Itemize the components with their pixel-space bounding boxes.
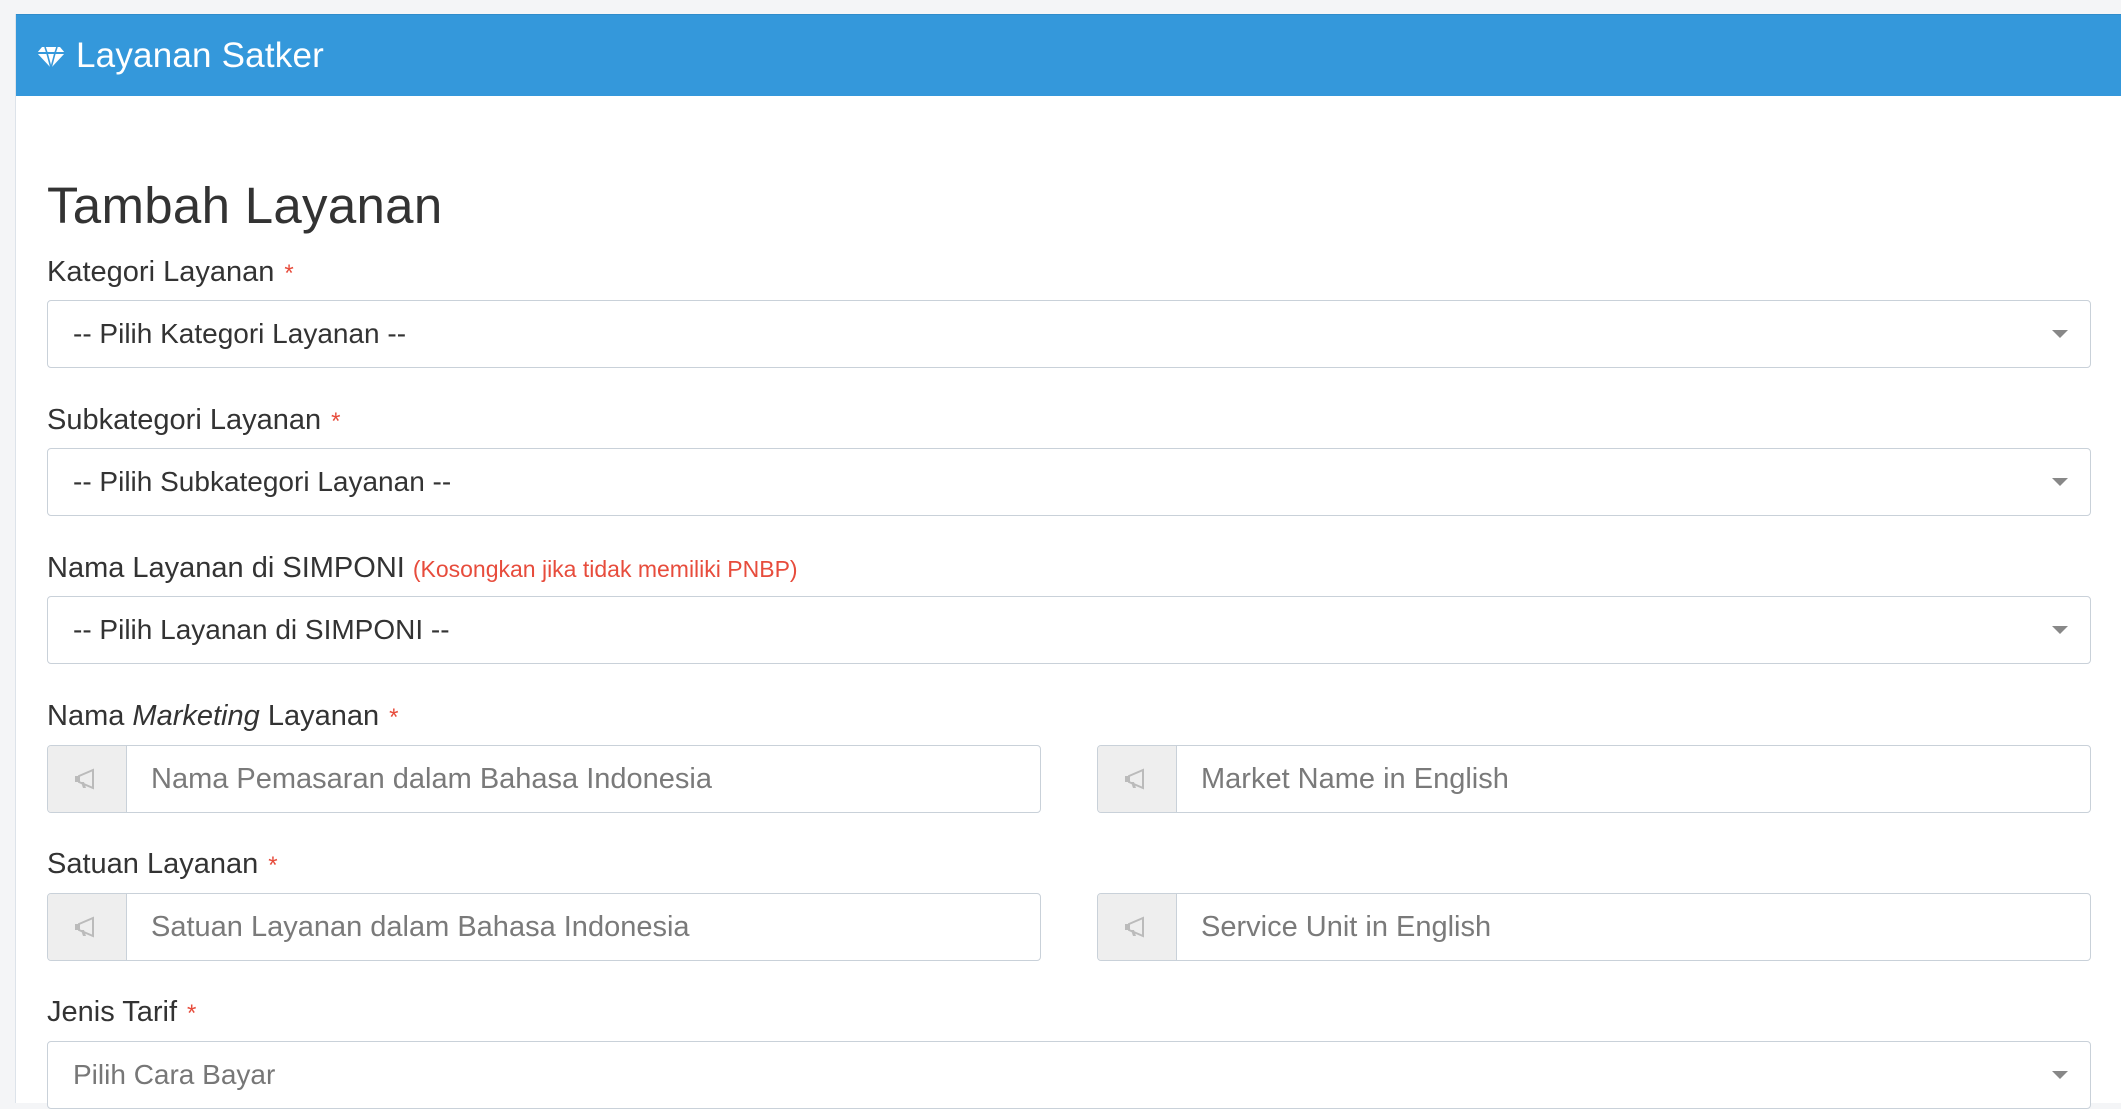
- marketing-name-en-group: [1097, 745, 2091, 813]
- subkategori-layanan-label: Subkategori Layanan *: [47, 404, 340, 437]
- satuan-id-input[interactable]: [127, 894, 1040, 960]
- caret-down-icon: [2052, 478, 2068, 486]
- satuan-en-input[interactable]: [1177, 894, 2090, 960]
- kategori-layanan-selected: -- Pilih Kategori Layanan --: [73, 318, 407, 349]
- page-title: Tambah Layanan: [47, 177, 443, 234]
- simponi-select[interactable]: -- Pilih Layanan di SIMPONI --: [47, 596, 2091, 664]
- marketing-label-italic: Marketing: [132, 700, 260, 732]
- required-mark: *: [268, 852, 278, 879]
- nama-marketing-label: Nama Marketing Layanan *: [47, 700, 398, 733]
- jenis-tarif-label-text: Jenis Tarif: [47, 996, 178, 1028]
- panel-title: Layanan Satker: [76, 35, 324, 75]
- satuan-layanan-label: Satuan Layanan *: [47, 848, 278, 881]
- satuan-id-group: [47, 893, 1041, 961]
- bullhorn-icon: [1098, 746, 1177, 812]
- simponi-label-text: Nama Layanan di SIMPONI: [47, 552, 405, 584]
- marketing-name-en-input[interactable]: [1177, 746, 2090, 812]
- caret-down-icon: [2052, 330, 2068, 338]
- subkategori-layanan-label-text: Subkategori Layanan: [47, 404, 322, 436]
- required-mark: *: [187, 1000, 197, 1027]
- jenis-tarif-selected: Pilih Cara Bayar: [73, 1059, 276, 1090]
- satuan-layanan-label-text: Satuan Layanan: [47, 848, 259, 880]
- simponi-label: Nama Layanan di SIMPONI (Kosongkan jika t…: [47, 552, 798, 585]
- bullhorn-icon: [48, 894, 127, 960]
- marketing-name-id-input[interactable]: [127, 746, 1040, 812]
- jenis-tarif-select[interactable]: Pilih Cara Bayar: [47, 1041, 2091, 1109]
- marketing-label-prefix: Nama: [47, 700, 125, 732]
- jenis-tarif-label: Jenis Tarif *: [47, 996, 196, 1029]
- marketing-name-id-group: [47, 745, 1041, 813]
- bullhorn-icon: [1098, 894, 1177, 960]
- kategori-layanan-select[interactable]: -- Pilih Kategori Layanan --: [47, 300, 2091, 368]
- layanan-satker-panel: Layanan Satker Tambah Layanan Kategori L…: [15, 14, 2121, 1109]
- subkategori-layanan-select[interactable]: -- Pilih Subkategori Layanan --: [47, 448, 2091, 516]
- diamond-icon: [36, 41, 66, 71]
- caret-down-icon: [2052, 626, 2068, 634]
- marketing-label-suffix: Layanan: [267, 700, 380, 732]
- kategori-layanan-label-text: Kategori Layanan: [47, 256, 275, 288]
- simponi-selected: -- Pilih Layanan di SIMPONI --: [73, 614, 450, 645]
- bullhorn-icon: [48, 746, 127, 812]
- panel-header: Layanan Satker: [16, 14, 2121, 96]
- kategori-layanan-label: Kategori Layanan *: [47, 256, 294, 289]
- simponi-note: (Kosongkan jika tidak memiliki PNBP): [412, 556, 798, 582]
- caret-down-icon: [2052, 1071, 2068, 1079]
- required-mark: *: [331, 408, 341, 435]
- required-mark: *: [284, 260, 294, 287]
- subkategori-layanan-selected: -- Pilih Subkategori Layanan --: [73, 466, 452, 497]
- required-mark: *: [389, 704, 399, 731]
- satuan-en-group: [1097, 893, 2091, 961]
